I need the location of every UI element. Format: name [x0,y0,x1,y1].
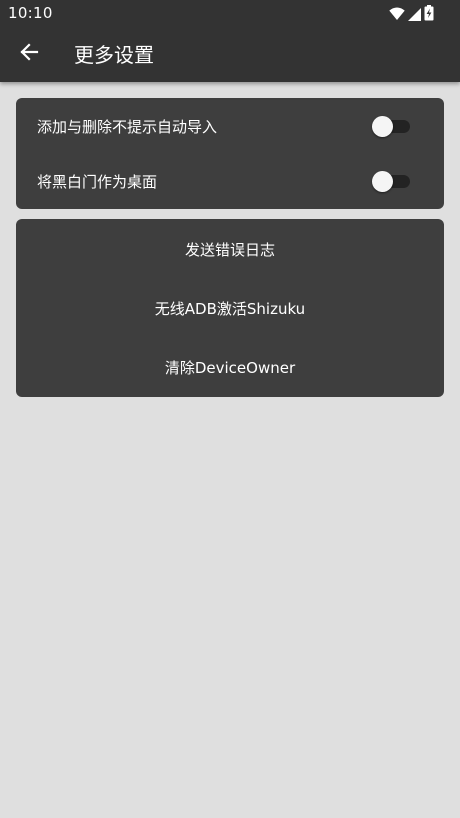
settings-card: 添加与删除不提示自动导入 将黑白门作为桌面 [16,98,444,209]
arrow-back-icon [19,42,39,66]
status-bar: 10:10 [0,0,460,26]
page-title: 更多设置 [74,43,154,67]
wifi-icon [389,6,405,25]
clear-device-owner-button[interactable]: 清除DeviceOwner [16,338,444,396]
back-button[interactable] [8,30,50,78]
setting-row-blackwhite-launcher[interactable]: 将黑白门作为桌面 [16,153,444,208]
battery-charging-icon [424,5,434,25]
send-error-log-button[interactable]: 发送错误日志 [16,220,444,278]
setting-row-auto-import-prompt[interactable]: 添加与删除不提示自动导入 [16,98,444,153]
switch-thumb [372,171,393,192]
auto-import-prompt-switch[interactable] [372,115,412,137]
status-time: 10:10 [8,4,53,22]
blackwhite-launcher-switch[interactable] [372,170,412,192]
switch-thumb [372,116,393,137]
wireless-adb-shizuku-button[interactable]: 无线ADB激活Shizuku [16,279,444,337]
cellular-signal-icon [408,6,421,25]
setting-label: 将黑白门作为桌面 [37,173,158,191]
setting-label: 添加与删除不提示自动导入 [37,118,218,136]
toolbar: 更多设置 [0,26,460,82]
actions-card: 发送错误日志 无线ADB激活Shizuku 清除DeviceOwner [16,219,444,397]
app-bar: 10:10 更多设置 [0,0,460,82]
status-icons [389,5,434,25]
